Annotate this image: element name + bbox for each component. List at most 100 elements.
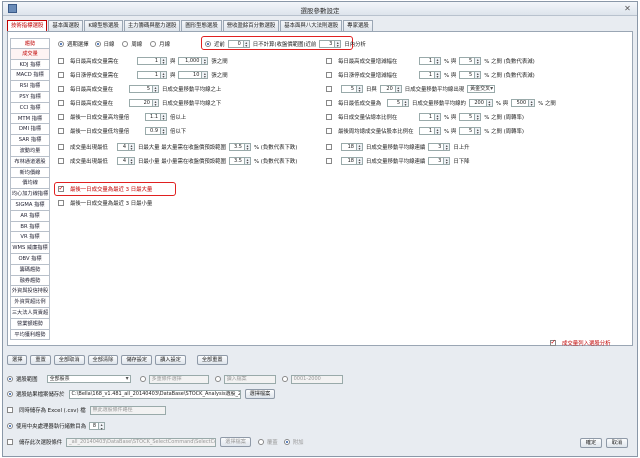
stepper-value[interactable]: 5 [459, 56, 476, 65]
save-condition-file-button[interactable]: 選擇檔案 [220, 437, 251, 447]
cross-type-select[interactable]: 黃金交叉 [467, 84, 496, 93]
reset-button[interactable]: 重置 [30, 355, 51, 365]
multi-condition-radio[interactable] [139, 376, 146, 382]
stepper-value[interactable]: 1.1 [145, 112, 161, 121]
analysis-days-value[interactable]: 3 [319, 39, 336, 48]
clear-all-button[interactable]: 全部清除 [87, 355, 119, 365]
stepper-arrows-icon[interactable]: ▴ ▾ [529, 98, 536, 107]
condition-stepper[interactable]: 10 ▴ ▾ [178, 70, 209, 79]
condition-stepper[interactable]: 1 ▴ ▾ [419, 112, 441, 121]
condition-stepper[interactable]: 200 ▴ ▾ [468, 98, 493, 107]
stepper-value[interactable]: 5 [459, 126, 476, 135]
condition-checkbox[interactable] [58, 157, 64, 164]
condition-checkbox[interactable] [58, 57, 64, 64]
condition-checkbox[interactable] [326, 157, 332, 164]
stepper-arrows-icon[interactable]: ▴ ▾ [444, 142, 451, 151]
condition-stepper[interactable]: 18 ▴ ▾ [341, 142, 363, 151]
condition-stepper[interactable]: 1 ▴ ▾ [419, 56, 441, 65]
stepper-value[interactable]: 1 [419, 56, 435, 65]
condition-stepper[interactable]: 5 ▴ ▾ [459, 112, 482, 121]
stepper-arrows-icon[interactable]: ▴ ▾ [202, 56, 209, 65]
tab-kline[interactable]: K線型態選股 [84, 20, 123, 31]
condition-stepper[interactable]: 1 ▴ ▾ [419, 126, 441, 135]
nav-item-sar[interactable]: SAR 指標 [10, 135, 50, 146]
condition-stepper[interactable]: 1 ▴ ▾ [137, 56, 167, 65]
load-settings-button[interactable]: 讀入設定 [155, 355, 186, 365]
nav-item-mtm[interactable]: MTM 指標 [10, 113, 50, 125]
condition-stepper[interactable]: 4 ▴ ▾ [117, 156, 135, 165]
stepper-value[interactable]: 0.9 [145, 126, 161, 135]
radio-weekly[interactable] [122, 40, 129, 47]
condition-stepper[interactable]: 1.1 ▴ ▾ [145, 112, 167, 121]
stepper-arrows-icon[interactable]: ▴ ▾ [357, 84, 363, 93]
nav-item-revenue-trend[interactable]: 營業額趨勢 [10, 318, 50, 330]
recent-days-value[interactable]: 0 [227, 39, 244, 48]
stepper-arrows-icon[interactable]: ▴ ▾ [475, 126, 482, 135]
condition-stepper[interactable]: 5 ▴ ▾ [459, 56, 482, 65]
save-condition-checkbox[interactable] [7, 439, 13, 445]
include-volume-checkbox[interactable] [550, 338, 556, 346]
stepper-arrows-icon[interactable]: ▴ ▾ [435, 70, 441, 79]
nav-item-volume[interactable]: 成交量 [10, 48, 50, 60]
stepper-arrows-icon[interactable]: ▴ ▾ [153, 84, 159, 93]
stepper-value[interactable]: 200 [468, 98, 487, 107]
scope-radio[interactable] [7, 376, 13, 382]
nav-item-rsi[interactable]: RSI 指標 [10, 81, 50, 92]
radio-monthly[interactable] [150, 40, 157, 47]
tab-chips-pressure[interactable]: 主力籌碼與壓力選股 [123, 20, 181, 31]
stepper-arrows-icon[interactable]: ▴ ▾ [475, 112, 482, 121]
condition-checkbox[interactable] [58, 143, 64, 150]
nav-item-bollinger[interactable]: 布林通道選股 [10, 156, 50, 168]
condition-checkbox[interactable] [58, 99, 64, 106]
radio-daily[interactable] [94, 40, 101, 47]
nav-item-institutional[interactable]: 三大法人買賣超 [10, 307, 50, 319]
tab-chart-pattern[interactable]: 圖形型態選股 [181, 20, 222, 31]
nav-item-sigma[interactable]: SIGMA 指標 [10, 199, 50, 211]
stepper-value[interactable]: 5 [129, 84, 153, 93]
condition-checkbox[interactable] [326, 57, 332, 64]
nav-item-kdj[interactable]: KDJ 指標 [10, 59, 50, 71]
stepper-arrows-icon[interactable]: ▴ ▾ [129, 156, 135, 165]
nav-item-trend[interactable]: 趨勢 [10, 38, 50, 49]
condition-checkbox[interactable] [58, 71, 64, 78]
condition-checkbox[interactable] [58, 113, 64, 120]
nav-item-ar[interactable]: AR 指標 [10, 210, 50, 222]
nav-item-price-avg[interactable]: 價均線 [10, 178, 50, 190]
condition-stepper[interactable]: 5 ▴ ▾ [129, 84, 159, 93]
ok-button[interactable]: 確定 [580, 438, 602, 448]
stepper-arrows-icon[interactable]: ▴ ▾ [357, 156, 363, 165]
nav-item-wms[interactable]: WMS 威廉指標 [10, 243, 50, 254]
condition-checkbox[interactable] [326, 113, 332, 120]
stepper-value[interactable]: 500 [511, 98, 530, 107]
stepper-arrows-icon[interactable]: ▴ ▾ [335, 39, 342, 48]
save-condition-path[interactable]: _all_20140403\DataBase\STOCK_SelectComma… [66, 437, 217, 447]
condition-checkbox[interactable] [326, 85, 332, 92]
condition-stepper[interactable]: 3 ▴ ▾ [428, 156, 451, 165]
condition-stepper[interactable]: 5 ▴ ▾ [459, 70, 482, 79]
min-volume-checkbox[interactable] [58, 199, 64, 206]
stepper-value[interactable]: 3 [428, 142, 445, 151]
stepper-arrows-icon[interactable]: ▴ ▾ [475, 70, 482, 79]
nav-item-foreign-holding[interactable]: 外資與投信持股 [10, 286, 50, 298]
tab-revenue[interactable]: 營收盈餘百分數選股 [222, 20, 280, 31]
stepper-value[interactable]: 18 [341, 142, 357, 151]
stepper-value[interactable]: 5 [387, 98, 403, 107]
stepper-value[interactable]: 5 [459, 70, 476, 79]
analysis-days-stepper[interactable]: 3 ▴ ▾ [319, 39, 342, 48]
nav-item-wave-volume[interactable]: 波動均量 [10, 145, 50, 157]
nav-item-br[interactable]: BR 指標 [10, 221, 50, 233]
stepper-arrows-icon[interactable]: ▴ ▾ [444, 156, 451, 165]
condition-stepper[interactable]: 3 ▴ ▾ [428, 142, 451, 151]
condition-stepper[interactable]: 0.9 ▴ ▾ [145, 126, 167, 135]
max-volume-checkbox[interactable] [58, 184, 64, 192]
stepper-arrows-icon[interactable]: ▴ ▾ [202, 70, 209, 79]
nav-item-cci[interactable]: CCI 指標 [10, 102, 50, 114]
condition-checkbox[interactable] [326, 143, 332, 150]
nav-item-psy[interactable]: PSY 指標 [10, 91, 50, 103]
stepper-value[interactable]: 1 [137, 70, 161, 79]
range-radio[interactable] [281, 376, 288, 382]
condition-checkbox[interactable] [326, 71, 332, 78]
reset-all-button[interactable]: 全部重置 [196, 355, 228, 365]
nav-item-dmi[interactable]: DMI 指標 [10, 124, 50, 136]
condition-stepper[interactable]: 5 ▴ ▾ [459, 126, 482, 135]
